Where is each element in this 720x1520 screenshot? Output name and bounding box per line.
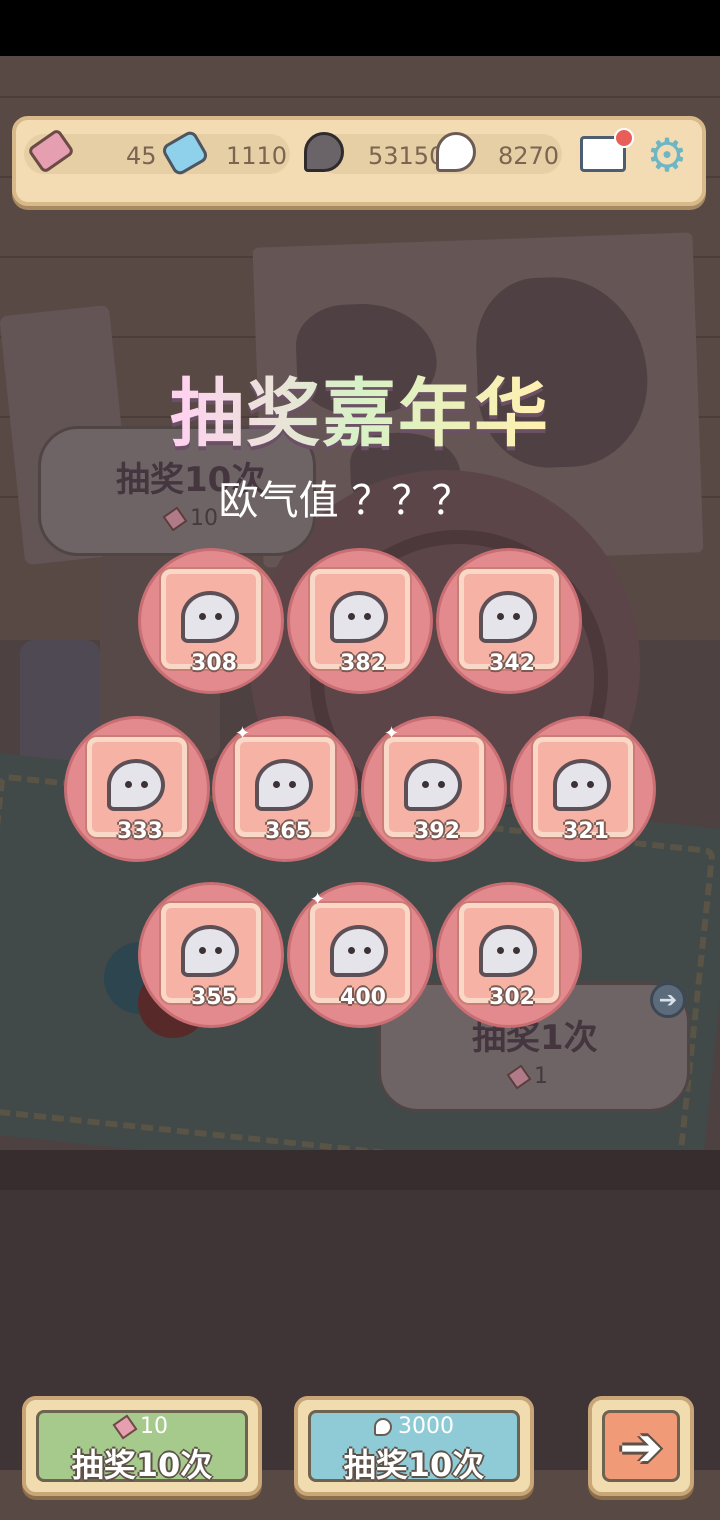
white-ghost-icon [436, 132, 476, 172]
ghost-icon [330, 925, 388, 977]
right-arrow-icon: ➔ [619, 1418, 663, 1478]
prize-item: 321 [510, 716, 656, 862]
prize-item: 333 [64, 716, 210, 862]
resource-bar: 45 1110 53150 8270 ⚙ [12, 116, 706, 206]
white-ghost-count: 8270 [498, 142, 560, 170]
prize-value: 400 [340, 985, 386, 1010]
gear-icon[interactable]: ⚙ [644, 132, 690, 178]
prize-item: 355 [138, 882, 284, 1028]
prize-item: 342 [436, 548, 582, 694]
ticket-draw-10-button[interactable]: 10 抽奖10次 [22, 1396, 262, 1496]
prize-value: 321 [563, 819, 609, 844]
ghost-icon [181, 591, 239, 643]
luck-value-label: 欧气值 ？？？ [218, 478, 472, 524]
prize-value: 308 [191, 651, 237, 676]
sparkle-icon: ✦ [310, 889, 326, 910]
gem-count: 1110 [226, 142, 288, 170]
ticket-count: 45 [126, 142, 157, 170]
prize-item: ✦ 392 [361, 716, 507, 862]
arrow-right-icon: ➔ [650, 982, 686, 1018]
ticket-draw-cost: 10 [140, 1414, 168, 1439]
ticket-icon [112, 1414, 138, 1440]
ghost-icon [330, 591, 388, 643]
prize-value: 342 [489, 651, 535, 676]
notification-dot [614, 128, 634, 148]
ticket-draw-label: 抽奖10次 [71, 1446, 213, 1484]
ghost-icon [107, 759, 165, 811]
prize-value: 382 [340, 651, 386, 676]
sparkle-icon: ✦ [384, 723, 400, 744]
ghost-icon [479, 925, 537, 977]
ghost-icon [404, 759, 462, 811]
status-bar [0, 0, 720, 56]
ghost-draw-10-button[interactable]: 3000 抽奖10次 [294, 1396, 534, 1496]
dark-ghost-count: 53150 [368, 142, 445, 170]
prize-value: 392 [414, 819, 460, 844]
sparkle-icon: ✦ [235, 723, 251, 744]
ghost-draw-label: 抽奖10次 [343, 1446, 485, 1484]
prize-item: ✦ 365 [212, 716, 358, 862]
ghost-icon [181, 925, 239, 977]
prize-value: 365 [265, 819, 311, 844]
page-title: 抽奖嘉年华 [0, 354, 720, 461]
prize-item: 302 [436, 882, 582, 1028]
ghost-icon [255, 759, 313, 811]
ghost-icon [553, 759, 611, 811]
prize-value: 302 [489, 985, 535, 1010]
prize-item: 308 [138, 548, 284, 694]
prize-item: ✦ 400 [287, 882, 433, 1028]
prize-value: 355 [191, 985, 237, 1010]
next-button[interactable]: ➔ [588, 1396, 694, 1496]
dark-ghost-icon [304, 132, 344, 172]
prize-value: 333 [117, 819, 163, 844]
ghost-draw-cost: 3000 [398, 1414, 454, 1439]
prize-item: 382 [287, 548, 433, 694]
ghost-icon [374, 1418, 392, 1436]
ghost-icon [479, 591, 537, 643]
